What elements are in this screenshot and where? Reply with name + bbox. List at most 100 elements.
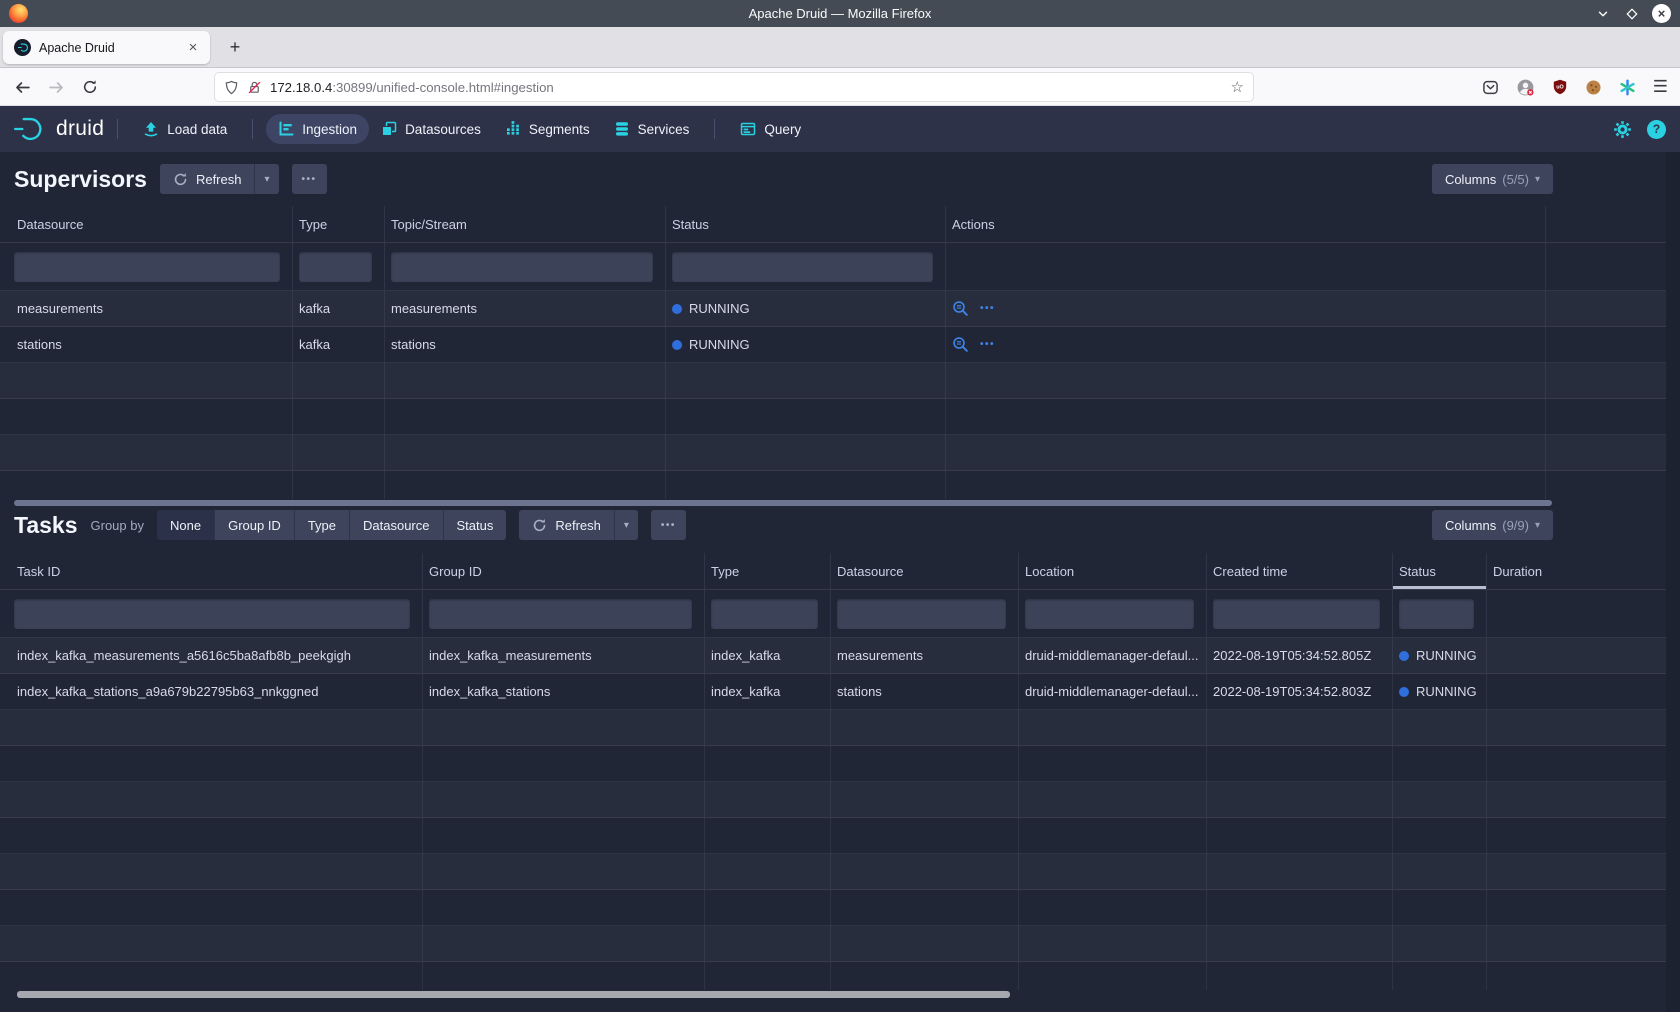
back-button[interactable] xyxy=(8,73,36,101)
supervisors-more-button[interactable]: ••• xyxy=(292,164,327,194)
cell-created-time: 2022-08-19T05:34:52.803Z xyxy=(1207,674,1393,709)
druid-logo[interactable]: druid xyxy=(12,115,104,143)
url-bar[interactable]: 172.18.0.4:30899/unified-console.html#in… xyxy=(215,73,1253,101)
dotted-bars-icon xyxy=(505,121,521,137)
nav-load-data[interactable]: Load data xyxy=(131,114,239,144)
bookmark-star-icon[interactable]: ☆ xyxy=(1231,78,1244,96)
new-tab-button[interactable]: + xyxy=(222,34,248,60)
window-close-icon[interactable]: × xyxy=(1652,4,1671,23)
supervisors-filter-topic[interactable] xyxy=(391,252,653,282)
header-type[interactable]: Type xyxy=(705,553,831,589)
nav-segments[interactable]: Segments xyxy=(493,114,602,144)
row-actions-more-icon[interactable]: ••• xyxy=(980,303,995,314)
supervisor-row[interactable]: stations kafka stations RUNNING ••• xyxy=(0,327,1666,363)
ublock-origin-icon[interactable]: uO xyxy=(1552,79,1568,95)
header-topic-stream[interactable]: Topic/Stream xyxy=(385,206,666,242)
tasks-more-button[interactable]: ••• xyxy=(651,510,686,540)
supervisors-refresh-group: Refresh ▾ xyxy=(160,164,279,194)
header-group-id[interactable]: Group ID xyxy=(423,553,705,589)
tasks-filter-status[interactable] xyxy=(1399,599,1474,629)
nav-query[interactable]: Query xyxy=(728,114,813,144)
supervisors-horizontal-scrollbar[interactable] xyxy=(14,500,1552,506)
header-task-id[interactable]: Task ID xyxy=(0,553,423,589)
task-row[interactable]: index_kafka_stations_a9a679b22795b63_nnk… xyxy=(0,674,1666,710)
group-by-status-button[interactable]: Status xyxy=(443,510,507,540)
table-row-empty xyxy=(0,435,1666,471)
nav-label: Datasources xyxy=(405,122,481,137)
header-type[interactable]: Type xyxy=(293,206,385,242)
header-datasource[interactable]: Datasource xyxy=(0,206,293,242)
cell-type: index_kafka xyxy=(705,638,831,673)
header-datasource[interactable]: Datasource xyxy=(831,553,1019,589)
caret-down-icon: ▾ xyxy=(1535,174,1540,185)
tab-close-icon[interactable]: × xyxy=(183,38,203,58)
supervisors-filter-status[interactable] xyxy=(672,252,933,282)
group-by-datasource-button[interactable]: Datasource xyxy=(349,510,442,540)
table-row-empty xyxy=(0,818,1666,854)
header-status[interactable]: Status xyxy=(666,206,946,242)
header-created-time[interactable]: Created time xyxy=(1207,553,1393,589)
cell-location: druid-middlemanager-defaul... xyxy=(1019,674,1207,709)
settings-gear-icon[interactable] xyxy=(1613,120,1632,139)
group-by-type-button[interactable]: Type xyxy=(294,510,349,540)
supervisors-filter-datasource[interactable] xyxy=(14,252,280,282)
extension-asterisk-icon[interactable] xyxy=(1619,79,1636,96)
tasks-filter-location[interactable] xyxy=(1025,599,1194,629)
magnify-detail-icon[interactable] xyxy=(952,336,969,353)
header-duration[interactable]: Duration xyxy=(1487,553,1666,589)
navbar-right: ? xyxy=(1613,120,1666,139)
tasks-horizontal-scrollbar[interactable] xyxy=(17,991,1010,998)
tasks-filter-task-id[interactable] xyxy=(14,599,410,629)
navbar-divider xyxy=(117,119,118,139)
vertical-scrollbar[interactable] xyxy=(1666,152,1680,1012)
cell-status: RUNNING xyxy=(1393,674,1487,709)
toolbar-extensions: uO ☰ xyxy=(1482,73,1668,101)
help-icon[interactable]: ? xyxy=(1647,120,1666,139)
tasks-refresh-caret-button[interactable]: ▾ xyxy=(614,510,638,540)
group-by-group-id-button[interactable]: Group ID xyxy=(214,510,294,540)
supervisors-refresh-caret-button[interactable]: ▾ xyxy=(254,164,278,194)
nav-ingestion[interactable]: Ingestion xyxy=(266,114,369,144)
table-row-empty xyxy=(0,471,1666,499)
tasks-filter-type[interactable] xyxy=(711,599,818,629)
druid-logo-icon xyxy=(12,115,48,143)
tasks-filter-datasource[interactable] xyxy=(837,599,1006,629)
supervisors-columns-button[interactable]: Columns (5/5) ▾ xyxy=(1432,164,1553,194)
row-actions-more-icon[interactable]: ••• xyxy=(980,339,995,350)
status-text: RUNNING xyxy=(689,301,750,316)
task-row[interactable]: index_kafka_measurements_a5616c5ba8afb8b… xyxy=(0,638,1666,674)
group-by-none-button[interactable]: None xyxy=(157,510,214,540)
supervisor-row[interactable]: measurements kafka measurements RUNNING … xyxy=(0,291,1666,327)
account-icon[interactable] xyxy=(1516,78,1535,97)
tasks-columns-button[interactable]: Columns (9/9) ▾ xyxy=(1432,510,1553,540)
status-dot xyxy=(672,304,682,314)
supervisors-refresh-button[interactable]: Refresh xyxy=(160,164,255,194)
header-status-sorted[interactable]: Status xyxy=(1393,553,1487,589)
tasks-refresh-button[interactable]: Refresh xyxy=(519,510,614,540)
supervisors-title: Supervisors xyxy=(14,166,147,193)
tasks-filter-group-id[interactable] xyxy=(429,599,692,629)
database-icon xyxy=(614,121,630,137)
tasks-filter-created-time[interactable] xyxy=(1213,599,1380,629)
nav-datasources[interactable]: Datasources xyxy=(369,114,493,144)
reload-button[interactable] xyxy=(76,73,104,101)
menu-hamburger-icon[interactable]: ☰ xyxy=(1653,77,1668,97)
lock-insecure-icon[interactable] xyxy=(247,80,262,95)
window-minimize-icon[interactable] xyxy=(1594,5,1612,23)
cell-created-time: 2022-08-19T05:34:52.805Z xyxy=(1207,638,1393,673)
cell-duration xyxy=(1487,674,1666,709)
window-maximize-icon[interactable] xyxy=(1623,5,1641,23)
table-row-empty xyxy=(0,363,1666,399)
forward-button[interactable] xyxy=(42,73,70,101)
cookie-icon[interactable] xyxy=(1585,79,1602,96)
header-location[interactable]: Location xyxy=(1019,553,1207,589)
tracking-shield-icon[interactable] xyxy=(224,80,239,95)
header-actions[interactable]: Actions xyxy=(946,206,1546,242)
magnify-detail-icon[interactable] xyxy=(952,300,969,317)
navbar-divider xyxy=(714,119,715,139)
pocket-icon[interactable] xyxy=(1482,79,1499,96)
supervisors-filter-type[interactable] xyxy=(299,252,372,282)
stacked-squares-icon xyxy=(381,121,397,137)
browser-tab-apache-druid[interactable]: Apache Druid × xyxy=(3,31,210,64)
nav-services[interactable]: Services xyxy=(602,114,702,144)
